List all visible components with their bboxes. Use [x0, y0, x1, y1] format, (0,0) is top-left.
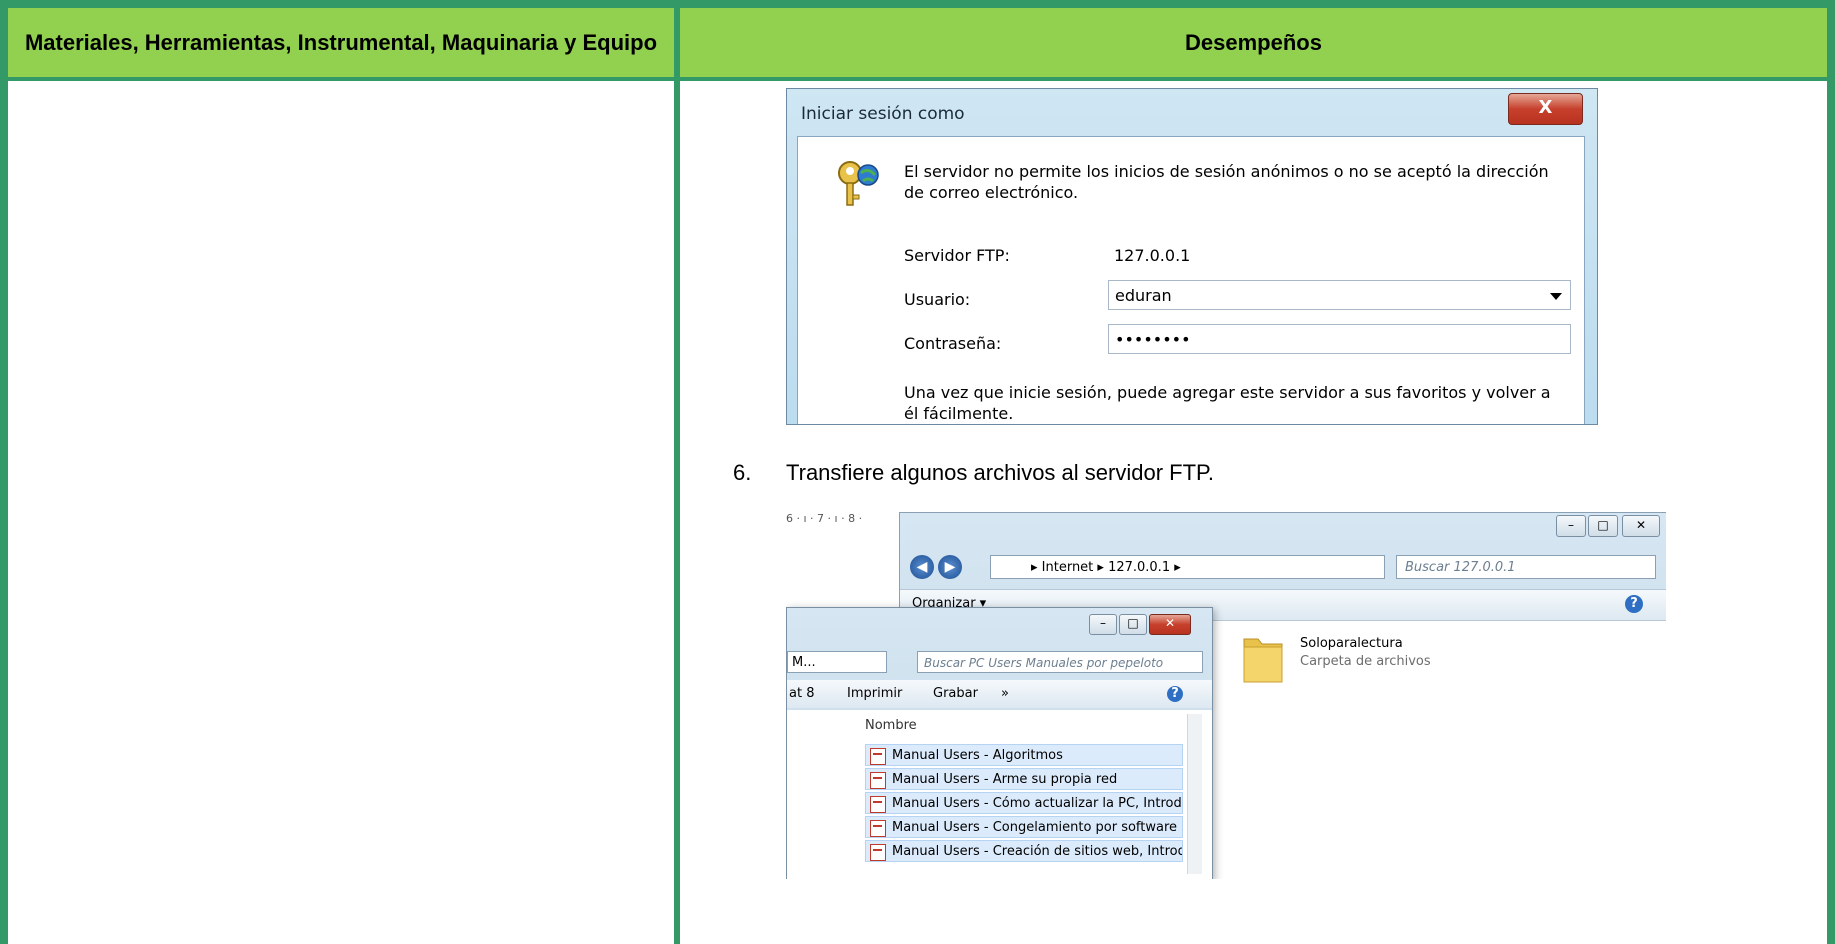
dialog-message: El servidor no permite los inicios de se… [904, 162, 1549, 202]
file-name: Manual Users - Arme su propia red [892, 772, 1118, 787]
close-button[interactable]: X [1508, 93, 1583, 125]
help-icon[interactable]: ? [1167, 686, 1183, 702]
table-border-header [0, 77, 1835, 81]
folder-name[interactable]: Soloparalectura [1300, 636, 1403, 651]
maximize-button[interactable]: □ [1119, 614, 1147, 635]
table-border-middle [674, 0, 680, 944]
close-button[interactable]: ✕ [1622, 515, 1660, 537]
toolbar-item[interactable]: at 8 [789, 680, 814, 708]
minimize-button[interactable]: – [1556, 515, 1586, 537]
user-label: Usuario: [904, 290, 971, 309]
step-text: Transfiere algunos archivos al servidor … [786, 460, 1214, 485]
table-border-top [0, 0, 1835, 8]
maximize-button[interactable]: □ [1588, 515, 1618, 537]
address-bar[interactable]: ▸ Internet ▸ 127.0.0.1 ▸ [990, 555, 1385, 579]
local-explorer-window: – □ ✕ M... Buscar PC Users Manuales por … [786, 607, 1213, 879]
scrollbar[interactable] [1187, 714, 1202, 874]
header-performance: Desempeños [680, 8, 1827, 77]
search-input[interactable]: Buscar 127.0.0.1 [1396, 555, 1656, 579]
file-name: Manual Users - Creación de sitios web, I… [892, 844, 1183, 859]
file-name: Manual Users - Congelamiento por softwar… [892, 820, 1178, 835]
user-value: eduran [1115, 286, 1172, 305]
table-border-left [0, 0, 8, 944]
list-item[interactable]: Manual Users - Arme su propia red [865, 768, 1183, 790]
address-bar[interactable]: M... [787, 651, 887, 673]
search-input[interactable]: Buscar PC Users Manuales por pepeloto [917, 651, 1203, 673]
local-toolbar: at 8 Imprimir Grabar » ? [787, 680, 1212, 708]
column-header-name[interactable]: Nombre [865, 718, 917, 733]
list-item[interactable]: Manual Users - Cómo actualizar la PC, In… [865, 792, 1183, 814]
login-dialog-screenshot: Iniciar sesión como X El servidor no per… [786, 88, 1598, 425]
minimize-button[interactable]: – [1089, 614, 1117, 635]
explorer-screenshot: 6 · ı · 7 · ı · 8 · – □ ✕ ◀ ▶ ▸ Internet… [786, 512, 1666, 879]
more-button[interactable]: » [1001, 680, 1009, 708]
pdf-icon [870, 748, 886, 765]
list-item[interactable]: Manual Users - Algoritmos [865, 744, 1183, 766]
forward-icon[interactable]: ▶ [938, 555, 962, 579]
step-item: 6. Transfiere algunos archivos al servido… [733, 460, 1214, 486]
key-icon [838, 161, 879, 206]
server-label: Servidor FTP: [904, 246, 1010, 265]
dialog-footer: Una vez que inicie sesión, puede agregar… [904, 383, 1551, 423]
file-name: Manual Users - Cómo actualizar la PC, In… [892, 796, 1183, 811]
pdf-icon [870, 820, 886, 837]
back-icon[interactable]: ◀ [910, 555, 934, 579]
help-icon[interactable]: ? [1625, 595, 1643, 613]
step-number: 6. [733, 460, 752, 485]
user-field[interactable]: eduran [1108, 280, 1571, 310]
pdf-icon [870, 844, 886, 861]
pdf-icon [870, 772, 886, 789]
folder-type: Carpeta de archivos [1300, 654, 1431, 669]
password-label: Contraseña: [904, 334, 1002, 353]
chevron-down-icon[interactable] [1550, 293, 1562, 300]
list-item[interactable]: Manual Users - Creación de sitios web, I… [865, 840, 1183, 862]
password-value: •••••••• [1115, 330, 1191, 349]
print-button[interactable]: Imprimir [847, 680, 902, 708]
folder-icon[interactable] [1240, 633, 1286, 685]
table-border-right [1827, 0, 1835, 944]
server-value: 127.0.0.1 [1114, 246, 1191, 265]
dialog-title: Iniciar sesión como [801, 104, 965, 124]
file-name: Manual Users - Algoritmos [892, 748, 1063, 763]
header-materials: Materiales, Herramientas, Instrumental, … [8, 8, 674, 77]
dialog-body: El servidor no permite los inicios de se… [797, 136, 1585, 424]
burn-button[interactable]: Grabar [933, 680, 978, 708]
close-button[interactable]: ✕ [1149, 614, 1191, 635]
pdf-icon [870, 796, 886, 813]
password-field[interactable]: •••••••• [1108, 324, 1571, 354]
ruler: 6 · ı · 7 · ı · 8 · [786, 512, 863, 525]
list-item[interactable]: Manual Users - Congelamiento por softwar… [865, 816, 1183, 838]
file-list: Nombre Manual Users - Algoritmos Manual … [787, 710, 1212, 879]
